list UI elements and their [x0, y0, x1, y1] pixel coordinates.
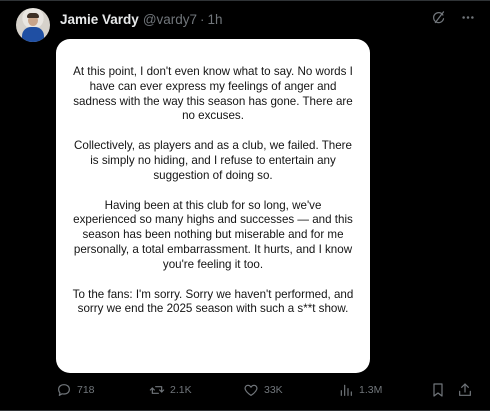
statement-text: At this point, I don't even know what to… [72, 65, 354, 332]
header-actions [431, 10, 476, 25]
repost-count: 2.1K [170, 384, 192, 396]
grok-icon[interactable] [431, 10, 446, 25]
reply-icon [56, 382, 72, 398]
statement-paragraph-2: Collectively, as players and as a club, … [74, 139, 352, 182]
post-image[interactable]: At this point, I don't even know what to… [56, 39, 370, 373]
author-handle[interactable]: @vardy7 [143, 12, 197, 27]
statement-paragraph-4: To the fans: I'm sorry. Sorry we haven't… [72, 287, 354, 316]
header-separator: · [200, 11, 205, 27]
like-count: 33K [264, 384, 283, 396]
repost-button[interactable]: 2.1K [149, 382, 192, 398]
post-header: Jamie Vardy @vardy7 · 1h [60, 10, 223, 28]
statement-paragraph-3: Having been at this club for so long, we… [73, 198, 353, 271]
views-icon [338, 382, 354, 398]
action-bar: 718 2.1K 33K 1.3M [0, 382, 490, 400]
repost-icon [149, 382, 165, 398]
bookmark-icon [430, 382, 446, 398]
like-icon [243, 382, 259, 398]
like-button[interactable]: 33K [243, 382, 283, 398]
tweet-post[interactable]: Jamie Vardy @vardy7 · 1h At this point, … [0, 0, 490, 411]
share-icon [457, 382, 473, 398]
bookmark-button[interactable] [430, 382, 446, 398]
reply-button[interactable]: 718 [56, 382, 95, 398]
post-timestamp[interactable]: 1h [208, 12, 223, 27]
views-count: 1.3M [359, 384, 383, 396]
reply-count: 718 [77, 384, 95, 396]
avatar-hair [27, 13, 39, 18]
avatar-shirt [22, 27, 44, 42]
views-button[interactable]: 1.3M [338, 382, 382, 398]
more-icon[interactable] [460, 10, 476, 25]
author-avatar[interactable] [16, 8, 50, 42]
author-name[interactable]: Jamie Vardy [60, 12, 139, 27]
share-button[interactable] [457, 382, 473, 398]
statement-paragraph-1: At this point, I don't even know what to… [73, 65, 353, 123]
